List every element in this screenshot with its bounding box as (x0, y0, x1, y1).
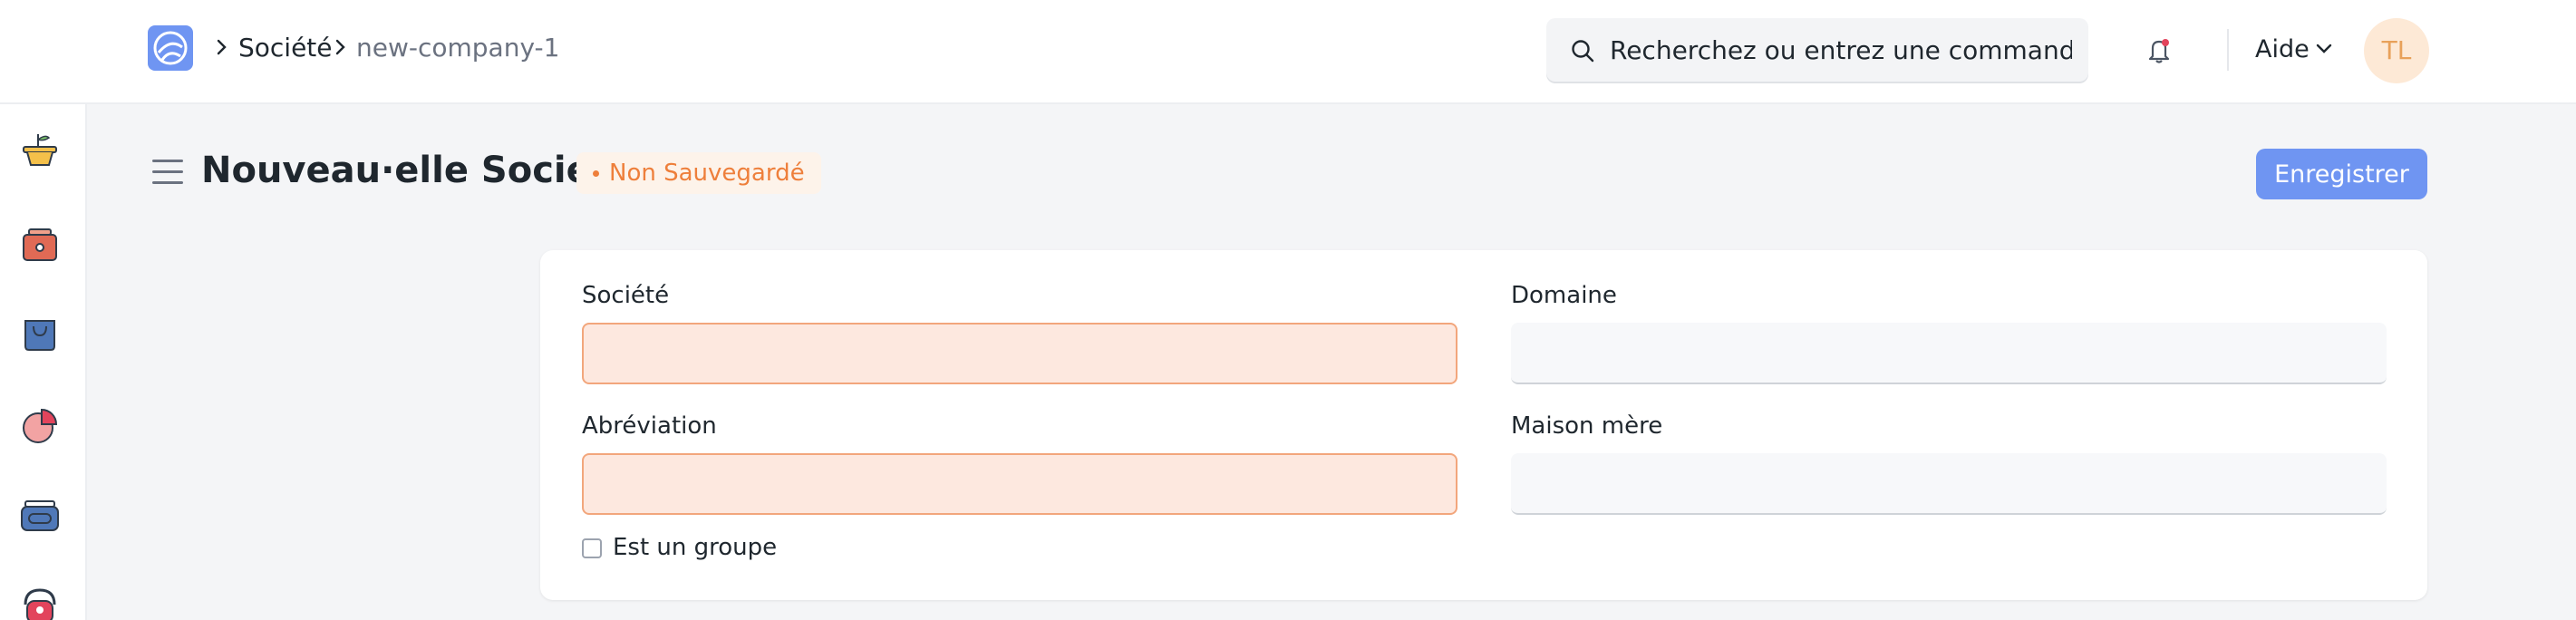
abbreviation-field-label: Abréviation (582, 412, 717, 440)
breadcrumb-item-company[interactable]: Société (238, 33, 333, 63)
wallet-icon[interactable] (20, 496, 60, 536)
pie-chart-icon[interactable] (20, 406, 60, 446)
domain-field[interactable] (1511, 323, 2387, 384)
status-badge: Non Sauvegardé (576, 152, 821, 194)
is-group-checkbox[interactable] (582, 538, 602, 558)
navbar-divider (2227, 29, 2229, 71)
chevron-right-icon (335, 39, 345, 55)
is-group-label[interactable]: Est un groupe (613, 533, 777, 562)
help-menu[interactable]: Aide (2255, 34, 2310, 65)
search-input[interactable] (1610, 31, 2072, 69)
page-title: Nouveau·elle Société (201, 150, 633, 191)
abbreviation-field[interactable] (582, 453, 1457, 515)
chevron-right-icon (217, 39, 227, 55)
safe-icon[interactable] (20, 226, 60, 266)
company-form-card: Société Domaine Abréviation Maison mère … (540, 250, 2427, 600)
parent-company-field-label: Maison mère (1511, 412, 1663, 440)
sidebar-rail (0, 104, 87, 620)
chevron-down-icon[interactable] (2315, 43, 2333, 55)
search-icon (1572, 40, 1594, 63)
domain-field-label: Domaine (1511, 282, 1617, 309)
sidebar-toggle-icon[interactable] (152, 160, 183, 185)
status-badge-label: Non Sauvegardé (609, 160, 805, 187)
support-icon[interactable] (20, 585, 60, 620)
basket-plant-icon[interactable] (20, 131, 60, 170)
search-bar[interactable] (1546, 18, 2088, 82)
parent-company-field[interactable] (1511, 453, 2387, 515)
shopping-bag-icon[interactable] (20, 314, 60, 354)
company-field-label: Société (582, 282, 670, 309)
app-logo-icon[interactable] (148, 25, 193, 71)
status-dot-icon (593, 170, 599, 177)
save-button[interactable]: Enregistrer (2256, 149, 2427, 199)
company-field[interactable] (582, 323, 1457, 384)
breadcrumb-item-current[interactable]: new-company-1 (356, 33, 559, 63)
top-navbar: Société new-company-1 Aide TL (0, 0, 2576, 104)
notification-bell-icon[interactable] (2144, 34, 2174, 65)
user-avatar[interactable]: TL (2364, 18, 2429, 83)
